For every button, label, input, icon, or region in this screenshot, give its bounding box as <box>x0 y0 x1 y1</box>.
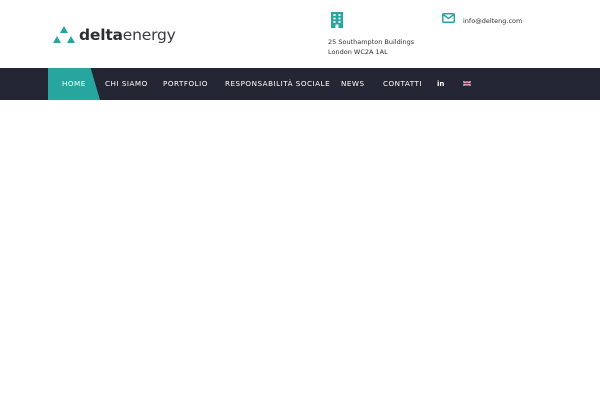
nav-chi-siamo[interactable]: CHI SIAMO <box>105 68 148 100</box>
main-navigation: HOME CHI SIAMO PORTFOLIO RESPONSABILITÀ … <box>0 68 600 100</box>
delta-logo-icon <box>53 26 75 43</box>
building-icon <box>331 12 343 28</box>
linkedin-icon[interactable]: in <box>437 68 444 100</box>
site-logo[interactable]: deltaenergy <box>53 25 176 45</box>
nav-responsabilita-sociale[interactable]: RESPONSABILITÀ SOCIALE <box>225 68 330 100</box>
page-content <box>0 100 600 400</box>
brand-name-bold: delta <box>79 26 123 44</box>
nav-news[interactable]: NEWS <box>341 68 365 100</box>
uk-flag-icon[interactable] <box>463 81 471 86</box>
contact-email[interactable]: info@delteng.com <box>442 13 522 25</box>
address-line-1: 25 Southampton Buildings <box>328 38 415 46</box>
contact-address: 25 Southampton Buildings London WC2A 1AL <box>328 12 414 57</box>
address-text: 25 Southampton Buildings London WC2A 1AL <box>328 37 414 57</box>
brand-name-light: energy <box>122 26 176 44</box>
nav-home[interactable]: HOME <box>62 68 86 100</box>
nav-contatti[interactable]: CONTATTI <box>383 68 422 100</box>
email-link[interactable]: info@delteng.com <box>463 17 522 25</box>
envelope-icon <box>442 13 455 23</box>
nav-portfolio[interactable]: PORTFOLIO <box>163 68 208 100</box>
address-line-2: London WC2A 1AL <box>328 48 388 56</box>
site-header: deltaenergy 25 Southampton Buildings Lon… <box>0 0 600 68</box>
brand-name: deltaenergy <box>79 26 176 44</box>
